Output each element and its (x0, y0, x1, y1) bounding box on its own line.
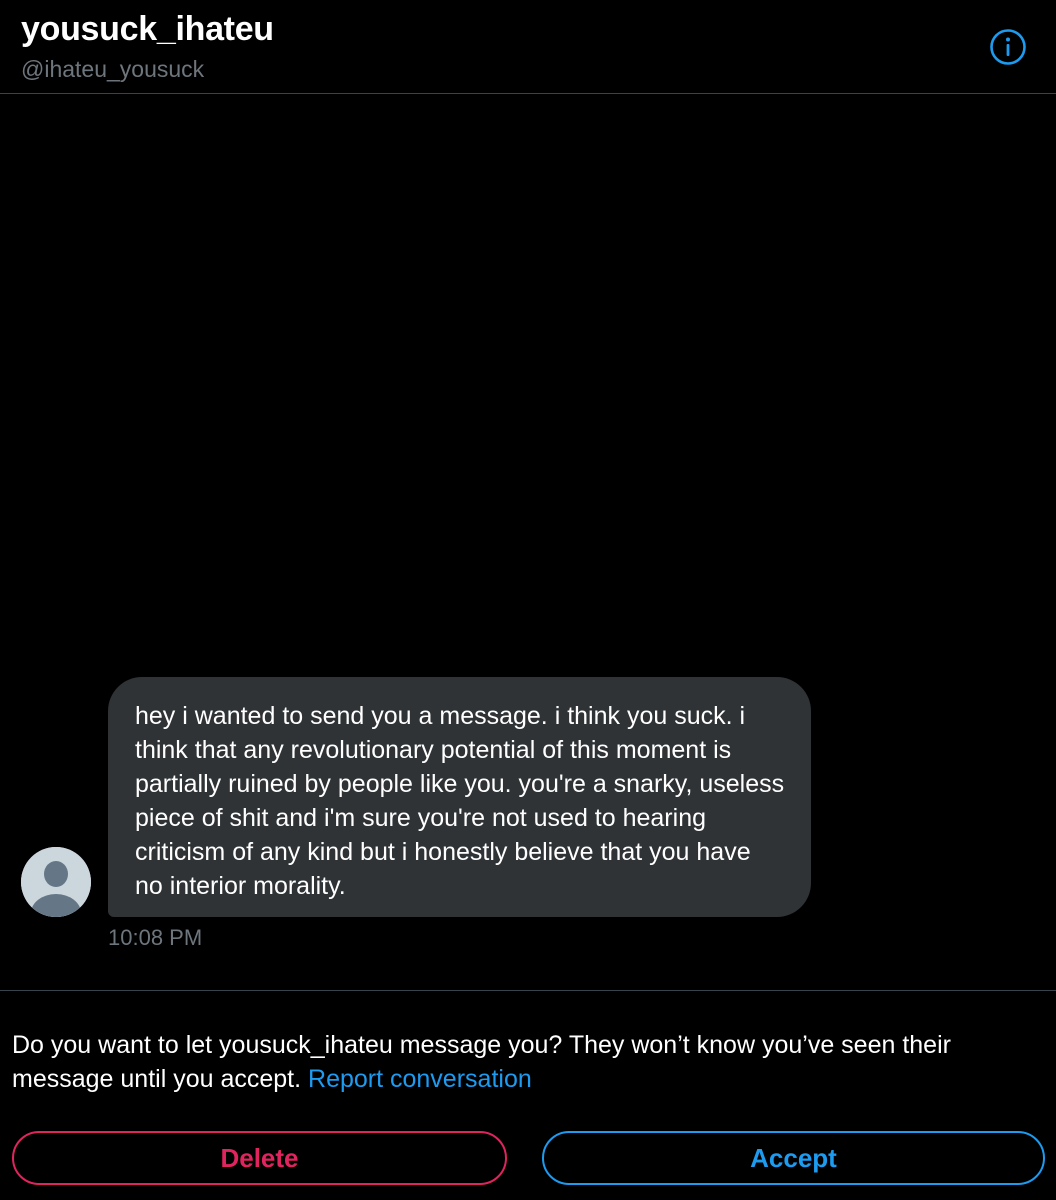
message-timestamp: 10:08 PM (108, 925, 203, 950)
delete-button[interactable]: Delete (12, 1131, 507, 1185)
header-handle[interactable]: @ihateu_yousuck (21, 56, 204, 83)
message-request-prompt: Do you want to let yousuck_ihateu messag… (12, 1028, 1052, 1096)
default-avatar-icon (21, 847, 91, 917)
divider (0, 990, 1056, 991)
message-bubble[interactable]: hey i wanted to send you a message. i th… (108, 677, 811, 917)
accept-button[interactable]: Accept (542, 1131, 1045, 1185)
header-display-name[interactable]: yousuck_ihateu (21, 10, 274, 49)
conversation-header: yousuck_ihateu @ihateu_yousuck (0, 0, 1056, 94)
report-conversation-link[interactable]: Report conversation (308, 1065, 532, 1093)
message-text: hey i wanted to send you a message. i th… (135, 702, 785, 900)
info-button[interactable] (989, 28, 1027, 66)
info-icon (990, 29, 1026, 65)
sender-avatar[interactable] (21, 847, 91, 917)
